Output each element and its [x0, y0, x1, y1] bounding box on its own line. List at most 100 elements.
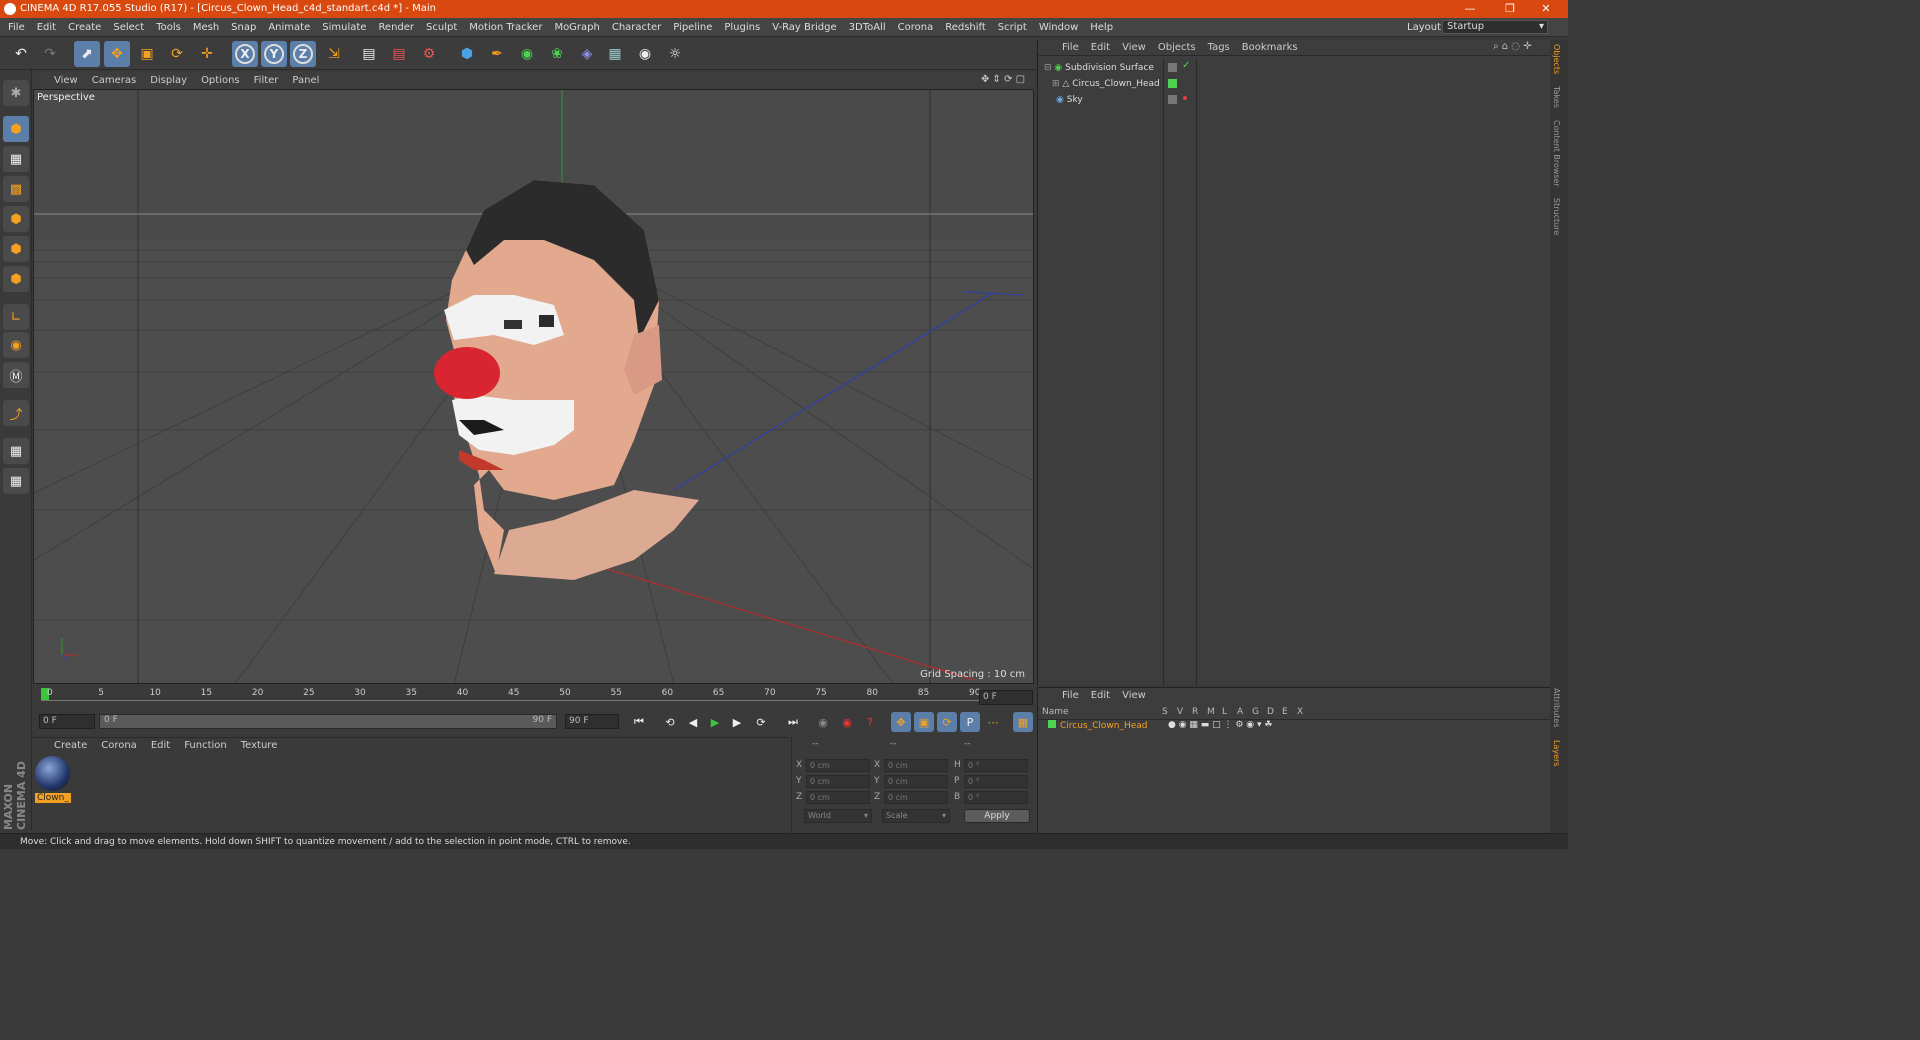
workplane-mode-button[interactable]: ▩: [3, 176, 29, 202]
object-row-sky[interactable]: ◉ Sky: [1056, 93, 1083, 108]
objects-menu-tags[interactable]: Tags: [1202, 40, 1236, 56]
cube-object-button[interactable]: ⬢: [454, 41, 480, 67]
render-view-button[interactable]: ▤: [356, 41, 382, 67]
menu-animate[interactable]: Animate: [262, 18, 316, 37]
edges-mode-button[interactable]: ⬢: [3, 236, 29, 262]
menu-tools[interactable]: Tools: [150, 18, 187, 37]
lock-workplane-button[interactable]: ▦: [3, 438, 29, 464]
viewport-menu-display[interactable]: Display: [143, 72, 194, 89]
tab-layers[interactable]: Layers: [1552, 740, 1561, 766]
apply-button[interactable]: Apply: [964, 809, 1030, 823]
menu-character[interactable]: Character: [606, 18, 667, 37]
current-frame-field[interactable]: 0 F: [979, 690, 1033, 705]
coord-value-field[interactable]: 0 cm: [884, 775, 948, 788]
x-axis-button[interactable]: X: [232, 41, 258, 67]
viewport-menu-cameras[interactable]: Cameras: [85, 72, 143, 89]
timeline-ruler[interactable]: 0 5 10 15 20 25 30 35 40 45 50 55 60 65 70 75 80 85 90 0 F: [33, 686, 1035, 708]
viewport-menu-options[interactable]: Options: [194, 72, 247, 89]
objects-menu-file[interactable]: File: [1056, 40, 1085, 56]
viewport-menu-filter[interactable]: Filter: [247, 72, 286, 89]
menu-3dtoall[interactable]: 3DToAll: [843, 18, 892, 37]
layer-column-header[interactable]: X: [1297, 707, 1303, 717]
layer-column-header[interactable]: R: [1192, 707, 1198, 717]
viewport-menu-view[interactable]: View: [47, 72, 85, 89]
minimize-icon[interactable]: —: [1452, 0, 1488, 18]
floor-button[interactable]: ▦: [602, 41, 628, 67]
layer-tag-icon[interactable]: [1168, 95, 1177, 104]
render-picture-viewer-button[interactable]: ▤: [386, 41, 412, 67]
key-scale-button[interactable]: ▣: [914, 712, 934, 732]
polygons-mode-button[interactable]: ⬢: [3, 266, 29, 292]
material-menu-edit[interactable]: Edit: [144, 738, 177, 754]
menu-mesh[interactable]: Mesh: [187, 18, 225, 37]
coordinate-system-button[interactable]: ⇲: [321, 41, 347, 67]
menu-sculpt[interactable]: Sculpt: [420, 18, 463, 37]
light-button[interactable]: ☼: [662, 41, 688, 67]
tab-attributes[interactable]: Attributes: [1552, 688, 1561, 728]
menu-edit[interactable]: Edit: [31, 18, 62, 37]
layer-column-header[interactable]: D: [1267, 707, 1274, 717]
layer-color-icon[interactable]: [1168, 79, 1177, 88]
close-icon[interactable]: ✕: [1528, 0, 1564, 18]
clown-material-swatch[interactable]: [35, 756, 70, 791]
menu-v-ray-bridge[interactable]: V-Ray Bridge: [766, 18, 842, 37]
layer-column-header[interactable]: S: [1162, 707, 1168, 717]
live-selection-button[interactable]: ⬈: [74, 41, 100, 67]
scale-tool-button[interactable]: ▣: [134, 41, 160, 67]
key-pla-button[interactable]: ⋯: [983, 712, 1003, 732]
record-keys-button[interactable]: ◉: [813, 712, 833, 732]
coord-value-field[interactable]: 0 °: [964, 775, 1028, 788]
previous-frame-button[interactable]: ◀: [683, 712, 703, 732]
enabled-check-icon[interactable]: ✓: [1182, 60, 1190, 71]
next-key-button[interactable]: ⟳: [751, 712, 771, 732]
menu-help[interactable]: Help: [1084, 18, 1119, 37]
key-rotation-button[interactable]: ⟳: [937, 712, 957, 732]
layer-column-header[interactable]: M: [1207, 707, 1215, 717]
go-to-start-button[interactable]: ⏮: [629, 712, 649, 732]
object-row-circus-clown-head[interactable]: ⊞ △ Circus_Clown_Head: [1052, 77, 1160, 92]
restore-icon[interactable]: ❐: [1492, 0, 1528, 18]
next-frame-button[interactable]: ▶: [727, 712, 747, 732]
rotate-tool-button[interactable]: ⟳: [164, 41, 190, 67]
layout-select[interactable]: Startup ▾: [1442, 20, 1548, 34]
menu-motion-tracker[interactable]: Motion Tracker: [463, 18, 548, 37]
keyframe-selection-button[interactable]: ?: [860, 712, 880, 732]
coord-value-field[interactable]: 0 cm: [884, 791, 948, 804]
magnet-button[interactable]: ⤴: [3, 400, 29, 426]
subdivision-surface-button[interactable]: ◉: [514, 41, 540, 67]
deformer-button[interactable]: ◈: [574, 41, 600, 67]
layer-flag-icons[interactable]: ● ◉ ▦ ▬ □ ⋮ ⚙ ◉ ▾ ☘: [1168, 720, 1272, 730]
z-axis-button[interactable]: Z: [290, 41, 316, 67]
cloner-button[interactable]: ❀: [544, 41, 570, 67]
coord-value-field[interactable]: 0 cm: [806, 791, 870, 804]
layer-row[interactable]: Circus_Clown_Head: [1048, 720, 1148, 733]
layer-column-header[interactable]: V: [1177, 707, 1183, 717]
autokey-button[interactable]: ◉: [837, 712, 857, 732]
menu-simulate[interactable]: Simulate: [316, 18, 372, 37]
tab-objects[interactable]: Objects: [1552, 44, 1561, 74]
menu-select[interactable]: Select: [107, 18, 150, 37]
menu-redshift[interactable]: Redshift: [939, 18, 992, 37]
planar-workplane-button[interactable]: ▦: [3, 468, 29, 494]
texture-mode-button[interactable]: ▦: [3, 146, 29, 172]
coord-value-field[interactable]: 0 cm: [884, 759, 948, 772]
tab-structure[interactable]: Structure: [1552, 198, 1561, 235]
objects-menu-objects[interactable]: Objects: [1152, 40, 1202, 56]
key-parameter-button[interactable]: P: [960, 712, 980, 732]
objects-menu-view[interactable]: View: [1116, 40, 1152, 56]
transform-tool-button[interactable]: ✛: [194, 41, 220, 67]
object-row-subdivision-surface[interactable]: ⊟ ◉ Subdivision Surface: [1044, 61, 1154, 76]
y-axis-button[interactable]: Y: [261, 41, 287, 67]
layer-column-header[interactable]: Name: [1042, 707, 1069, 717]
menu-render[interactable]: Render: [372, 18, 420, 37]
end-frame-field[interactable]: 90 F: [565, 714, 619, 729]
layer-column-header[interactable]: G: [1252, 707, 1259, 717]
axis-mode-button[interactable]: ∟: [3, 304, 29, 330]
objects-menu-bookmarks[interactable]: Bookmarks: [1236, 40, 1304, 56]
material-menu-function[interactable]: Function: [177, 738, 234, 754]
start-frame-field[interactable]: 0 F: [39, 714, 95, 729]
layer-column-header[interactable]: L: [1222, 707, 1227, 717]
search-icon[interactable]: ⌕ ⌂ ◌ ✛: [1493, 41, 1532, 52]
points-mode-button[interactable]: ⬢: [3, 206, 29, 232]
layers-menu-file[interactable]: File: [1056, 688, 1085, 704]
